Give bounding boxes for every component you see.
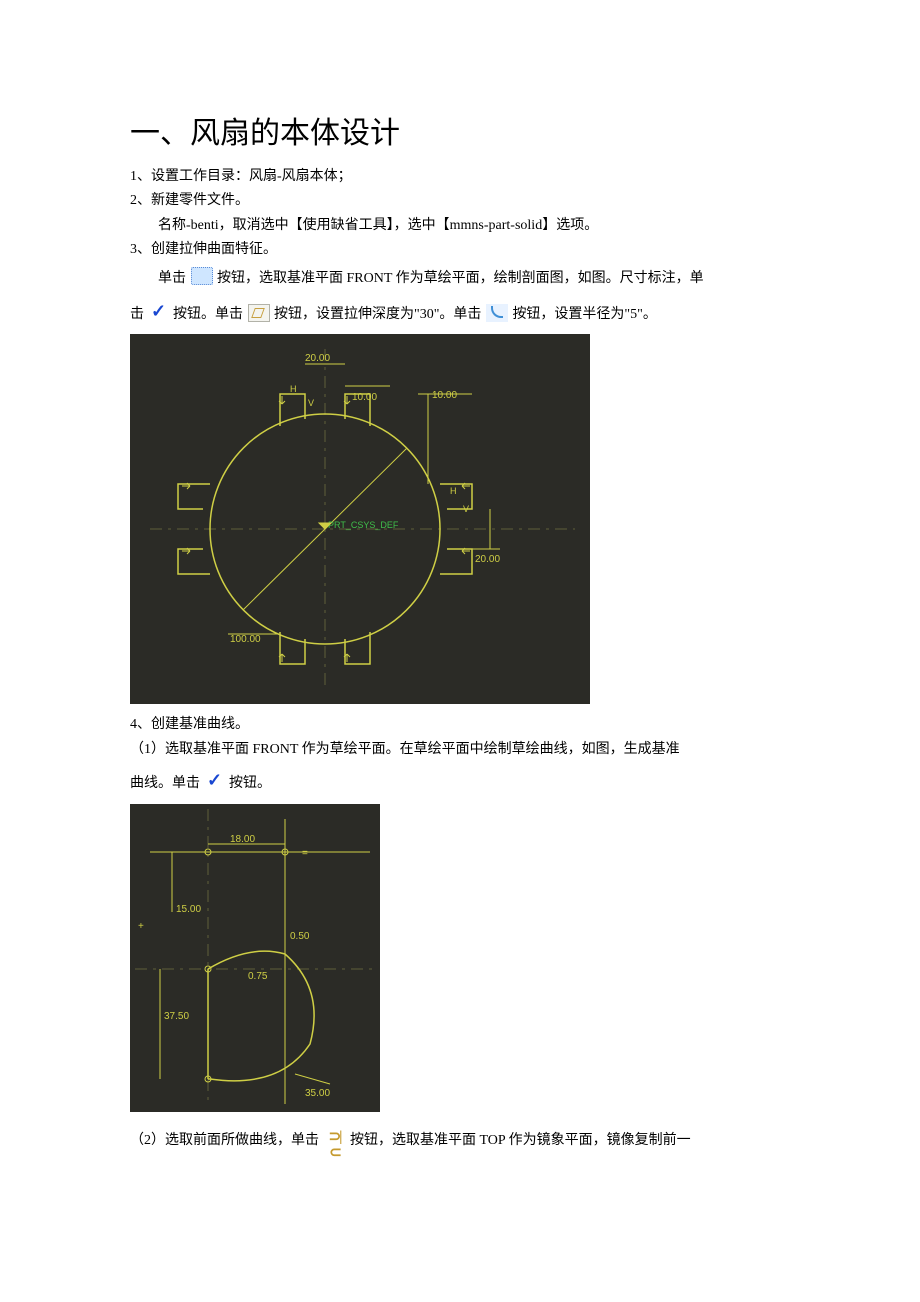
dim-label: 10.00 [432, 390, 457, 401]
step-4: 4、创建基准曲线。 [130, 714, 790, 736]
step-3-para-1: 单击 按钮，选取基准平面 FRONT 作为草绘平面，绘制剖面图，如图。尺寸标注，… [130, 268, 790, 290]
constraint-h: H [290, 384, 297, 394]
mirror-icon: ⊃|⊂ [324, 1129, 346, 1147]
step-3: 3、创建拉伸曲面特征。 [130, 239, 790, 261]
step-1: 1、设置工作目录：风扇-风扇本体； [130, 166, 790, 188]
constraint-h: H [450, 486, 457, 496]
text-fragment: 按钮。单击 [173, 307, 243, 322]
round-icon [486, 304, 508, 322]
step-4-2: （2）选取前面所做曲线，单击 ⊃|⊂ 按钮，选取基准平面 TOP 作为镜象平面，… [130, 1130, 790, 1152]
step-4-1b: 曲线。单击 ✓ 按钮。 [130, 773, 790, 795]
sketch-icon [191, 267, 213, 285]
text-fragment: 曲线。单击 [130, 776, 200, 791]
svg-text:=: = [302, 848, 308, 859]
dim-label: 35.00 [305, 1088, 330, 1099]
text-fragment: 按钮。 [229, 776, 271, 791]
step-3-para-2: 击 ✓ 按钮。单击 按钮，设置拉伸深度为"30"。单击 按钮，设置半径为"5"。 [130, 304, 790, 326]
cad-sketch-1: 20.00 10.00 10.00 20.00 100.00 PRT_CSYS_… [130, 334, 590, 704]
csys-label: PRT_CSYS_DEF [328, 520, 399, 530]
check-icon: ✓ [205, 773, 225, 791]
svg-text:+: + [138, 921, 144, 932]
text-fragment: 按钮，设置半径为"5"。 [512, 307, 656, 322]
constraint-v: V [308, 398, 314, 408]
dim-label: 100.00 [230, 634, 261, 645]
step-2: 2、新建零件文件。 [130, 190, 790, 212]
step-2-detail: 名称-benti，取消选中【使用缺省工具】，选中【mmns-part-solid… [130, 215, 790, 237]
dim-label: 37.50 [164, 1011, 189, 1022]
constraint-v: V [463, 504, 469, 514]
text-fragment: 按钮，选取基准平面 TOP 作为镜象平面，镜像复制前一 [350, 1133, 691, 1148]
text-fragment: 击 [130, 307, 144, 322]
dim-label: 18.00 [230, 834, 255, 845]
dim-label: 0.75 [248, 971, 268, 982]
dim-label: 15.00 [176, 904, 201, 915]
dim-label: 10.00 [352, 392, 377, 403]
text-fragment: （2）选取前面所做曲线，单击 [130, 1133, 319, 1148]
page-title: 一、风扇的本体设计 [130, 110, 790, 158]
step-4-1a: （1）选取基准平面 FRONT 作为草绘平面。在草绘平面中绘制草绘曲线，如图，生… [130, 739, 790, 761]
cad-sketch-2: 18.00 15.00 37.50 35.00 0.50 0.75 + = [130, 804, 380, 1112]
text-fragment: 按钮，选取基准平面 FRONT 作为草绘平面，绘制剖面图，如图。尺寸标注，单 [217, 271, 704, 286]
text-fragment: 按钮，设置拉伸深度为"30"。单击 [274, 307, 481, 322]
dim-label: 0.50 [290, 931, 310, 942]
extrude-icon [248, 304, 270, 322]
dim-label: 20.00 [475, 554, 500, 565]
check-icon: ✓ [149, 304, 169, 322]
text-fragment: 单击 [158, 271, 186, 286]
dim-label: 20.00 [305, 353, 330, 364]
